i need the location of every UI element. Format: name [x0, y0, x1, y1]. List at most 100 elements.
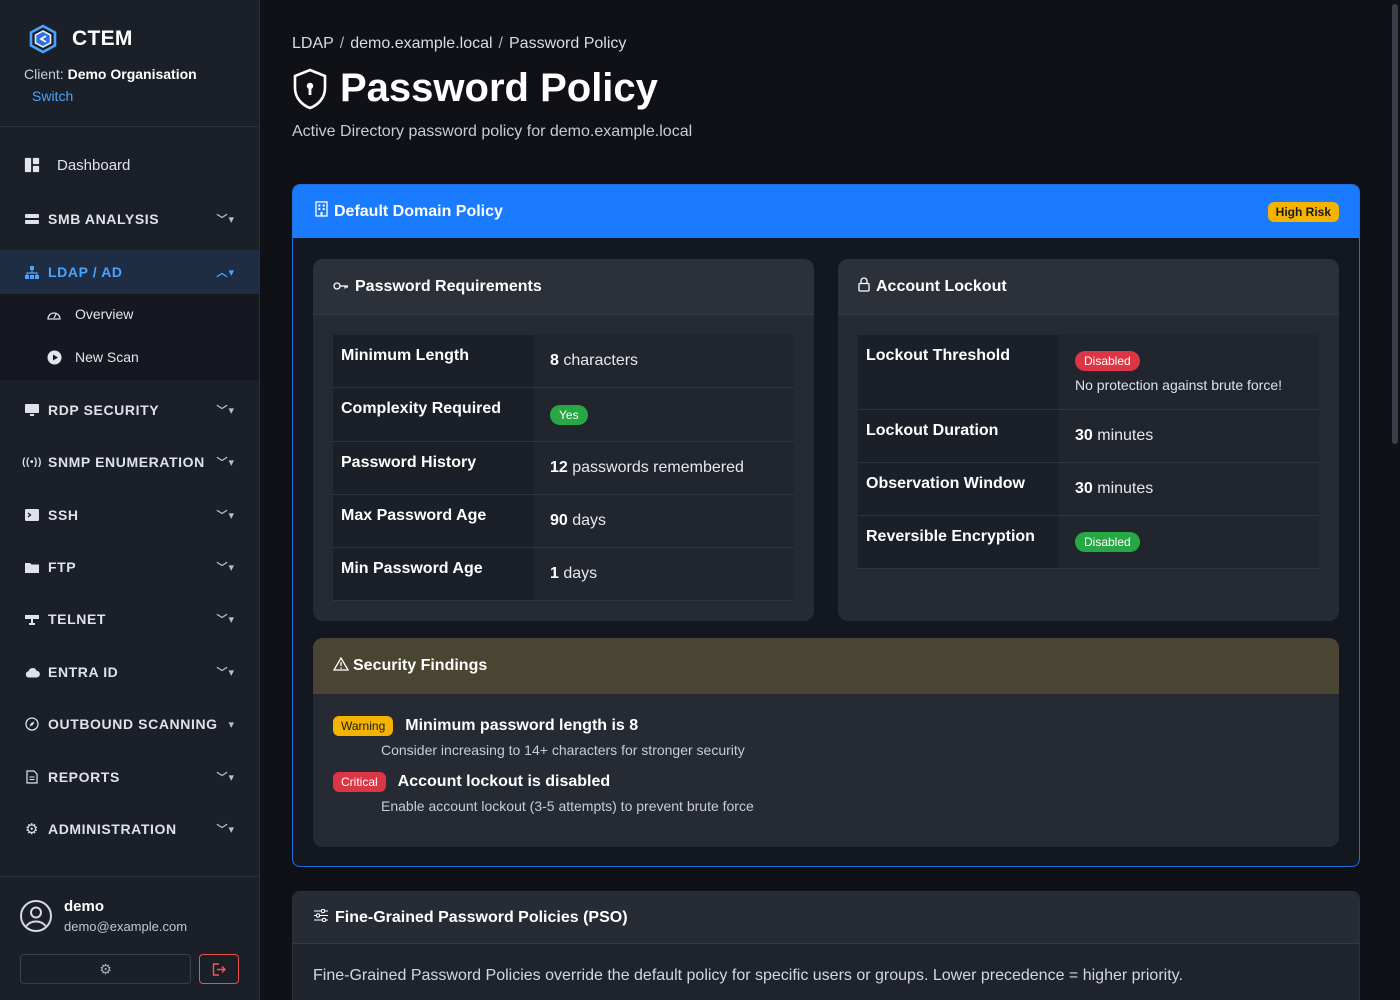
status-badge: Yes	[550, 404, 588, 425]
terminal-icon	[24, 509, 40, 521]
nav-ldap-label: LDAP / AD	[48, 264, 123, 280]
chevron-down-icon: ▾	[228, 718, 235, 731]
nav-snmp-enumeration[interactable]: ((•)) SNMP ENUMERATION ﹀▾	[0, 441, 259, 483]
row-key: Lockout Duration	[858, 410, 1059, 462]
chevron-down-icon: ﹀▾	[216, 562, 235, 574]
status-badge: Disabled	[1075, 351, 1140, 371]
row-key: Lockout Threshold	[858, 335, 1059, 409]
breadcrumb-ldap[interactable]: LDAP	[292, 35, 334, 52]
table-row: Lockout Duration 30 minutes	[858, 410, 1319, 463]
client-info: Client: Demo Organisation	[24, 66, 197, 82]
ctem-logo-icon	[29, 24, 57, 54]
nav-administration[interactable]: ⚙ ADMINISTRATION ﹀▾	[0, 808, 259, 850]
divider	[0, 126, 260, 127]
nav-snmp-label: SNMP ENUMERATION	[48, 454, 205, 470]
row-value: 90 days	[534, 495, 794, 547]
pso-header: Fine-Grained Password Policies (PSO)	[293, 892, 1359, 944]
logout-button[interactable]	[199, 954, 239, 984]
nav-telnet[interactable]: TELNET ﹀▾	[0, 598, 259, 640]
document-icon	[24, 770, 40, 784]
finding-title: Minimum password length is 8	[405, 717, 639, 734]
gauge-icon	[46, 308, 62, 320]
nav-overview-label: Overview	[75, 306, 134, 322]
nav-ftp-label: FTP	[48, 559, 77, 575]
default-domain-policy-card: Default Domain Policy High Risk Password…	[292, 184, 1360, 867]
row-key: Max Password Age	[333, 495, 534, 547]
nav-reports[interactable]: REPORTS ﹀▾	[0, 756, 259, 798]
avatar-icon	[20, 900, 52, 932]
status-badge: Disabled	[1075, 532, 1140, 552]
chevron-down-icon: ﹀▾	[216, 614, 235, 626]
row-key: Password History	[333, 442, 534, 494]
chevron-down-icon: ﹀▾	[216, 214, 235, 226]
compass-icon	[24, 717, 40, 731]
nav-ldap-overview[interactable]: Overview	[46, 306, 133, 322]
breadcrumb-domain[interactable]: demo.example.local	[350, 35, 492, 52]
password-requirements-panel: Password Requirements Minimum Length 8 c…	[313, 259, 814, 621]
scrollbar-thumb[interactable]	[1392, 4, 1398, 444]
nav-entra-id[interactable]: ENTRA ID ﹀▾	[0, 651, 259, 693]
nav-entra-label: ENTRA ID	[48, 664, 119, 680]
page-scrollbar[interactable]	[1390, 0, 1400, 1000]
row-value: 8 characters	[534, 335, 794, 387]
security-findings-panel: Security Findings Warning Minimum passwo…	[313, 638, 1339, 847]
brand[interactable]: CTEM	[28, 24, 133, 54]
row-value: Disabled No protection against brute for…	[1059, 335, 1319, 409]
gear-icon: ⚙	[24, 821, 40, 838]
nav-dashboard[interactable]: Dashboard	[0, 144, 259, 186]
finding-item: Warning Minimum password length is 8 Con…	[333, 716, 745, 758]
breadcrumb-separator: /	[498, 35, 503, 52]
nav-ldap-ad[interactable]: LDAP / AD ︿▾	[0, 250, 259, 294]
row-value: 1 days	[534, 548, 794, 600]
threshold-note: No protection against brute force!	[1075, 377, 1283, 393]
panel-header: Account Lockout	[838, 259, 1339, 315]
user-profile[interactable]: demo demo@example.com	[20, 898, 187, 934]
row-value: 30 minutes	[1059, 463, 1319, 515]
breadcrumb-separator: /	[339, 35, 345, 52]
nav-new-scan-label: New Scan	[75, 349, 139, 365]
nav-ftp[interactable]: FTP ﹀▾	[0, 546, 259, 588]
building-icon	[315, 201, 328, 222]
nav-outbound-scanning[interactable]: OUTBOUND SCANNING ▾	[0, 703, 259, 745]
nav-rdp-security[interactable]: RDP SECURITY ﹀▾	[0, 389, 259, 431]
nav-ssh-label: SSH	[48, 507, 79, 523]
finding-description: Consider increasing to 14+ characters fo…	[381, 742, 745, 758]
sliders-icon	[313, 908, 329, 927]
nav-ldap-new-scan[interactable]: New Scan	[46, 349, 139, 365]
requirements-title: Password Requirements	[355, 277, 542, 295]
account-lockout-panel: Account Lockout Lockout Threshold Disabl…	[838, 259, 1339, 621]
shield-lock-icon	[293, 68, 327, 109]
table-row: Minimum Length 8 characters	[333, 335, 794, 388]
lockout-title: Account Lockout	[876, 277, 1007, 295]
pso-title: Fine-Grained Password Policies (PSO)	[335, 908, 628, 926]
page-subtitle: Active Directory password policy for dem…	[292, 123, 693, 140]
row-key: Min Password Age	[333, 548, 534, 600]
severity-badge: Warning	[333, 716, 394, 736]
nav-smb-analysis[interactable]: SMB ANALYSIS ﹀▾	[0, 198, 259, 240]
pso-description: Fine-Grained Password Policies override …	[313, 967, 1183, 984]
requirements-table: Minimum Length 8 characters Complexity R…	[333, 335, 794, 601]
monitor-icon	[24, 403, 40, 417]
chevron-down-icon: ﹀▾	[216, 667, 235, 679]
nav-ssh[interactable]: SSH ﹀▾	[0, 494, 259, 536]
row-value: Yes	[534, 388, 794, 441]
page-header: Password Policy	[292, 66, 658, 111]
breadcrumb-current: Password Policy	[509, 35, 627, 52]
divider	[0, 876, 260, 877]
table-row: Password History 12 passwords remembered	[333, 442, 794, 495]
severity-badge: Critical	[333, 772, 386, 792]
table-row: Max Password Age 90 days	[333, 495, 794, 548]
chevron-up-icon: ︿▾	[216, 267, 235, 279]
risk-badge: High Risk	[1267, 201, 1339, 222]
finding-description: Enable account lockout (3-5 attempts) to…	[381, 798, 754, 814]
settings-button[interactable]: ⚙	[20, 954, 191, 984]
switch-client-link[interactable]: Switch	[32, 88, 73, 104]
cloud-icon	[24, 667, 40, 678]
chevron-down-icon: ﹀▾	[216, 457, 235, 469]
chevron-down-icon: ﹀▾	[216, 510, 235, 522]
findings-header: Security Findings	[313, 638, 1339, 694]
nav-dashboard-label: Dashboard	[57, 156, 131, 174]
nav-outbound-label: OUTBOUND SCANNING	[48, 716, 218, 732]
finding-item: Critical Account lockout is disabled Ena…	[333, 772, 754, 814]
breadcrumb: LDAP / demo.example.local / Password Policy	[292, 35, 626, 53]
